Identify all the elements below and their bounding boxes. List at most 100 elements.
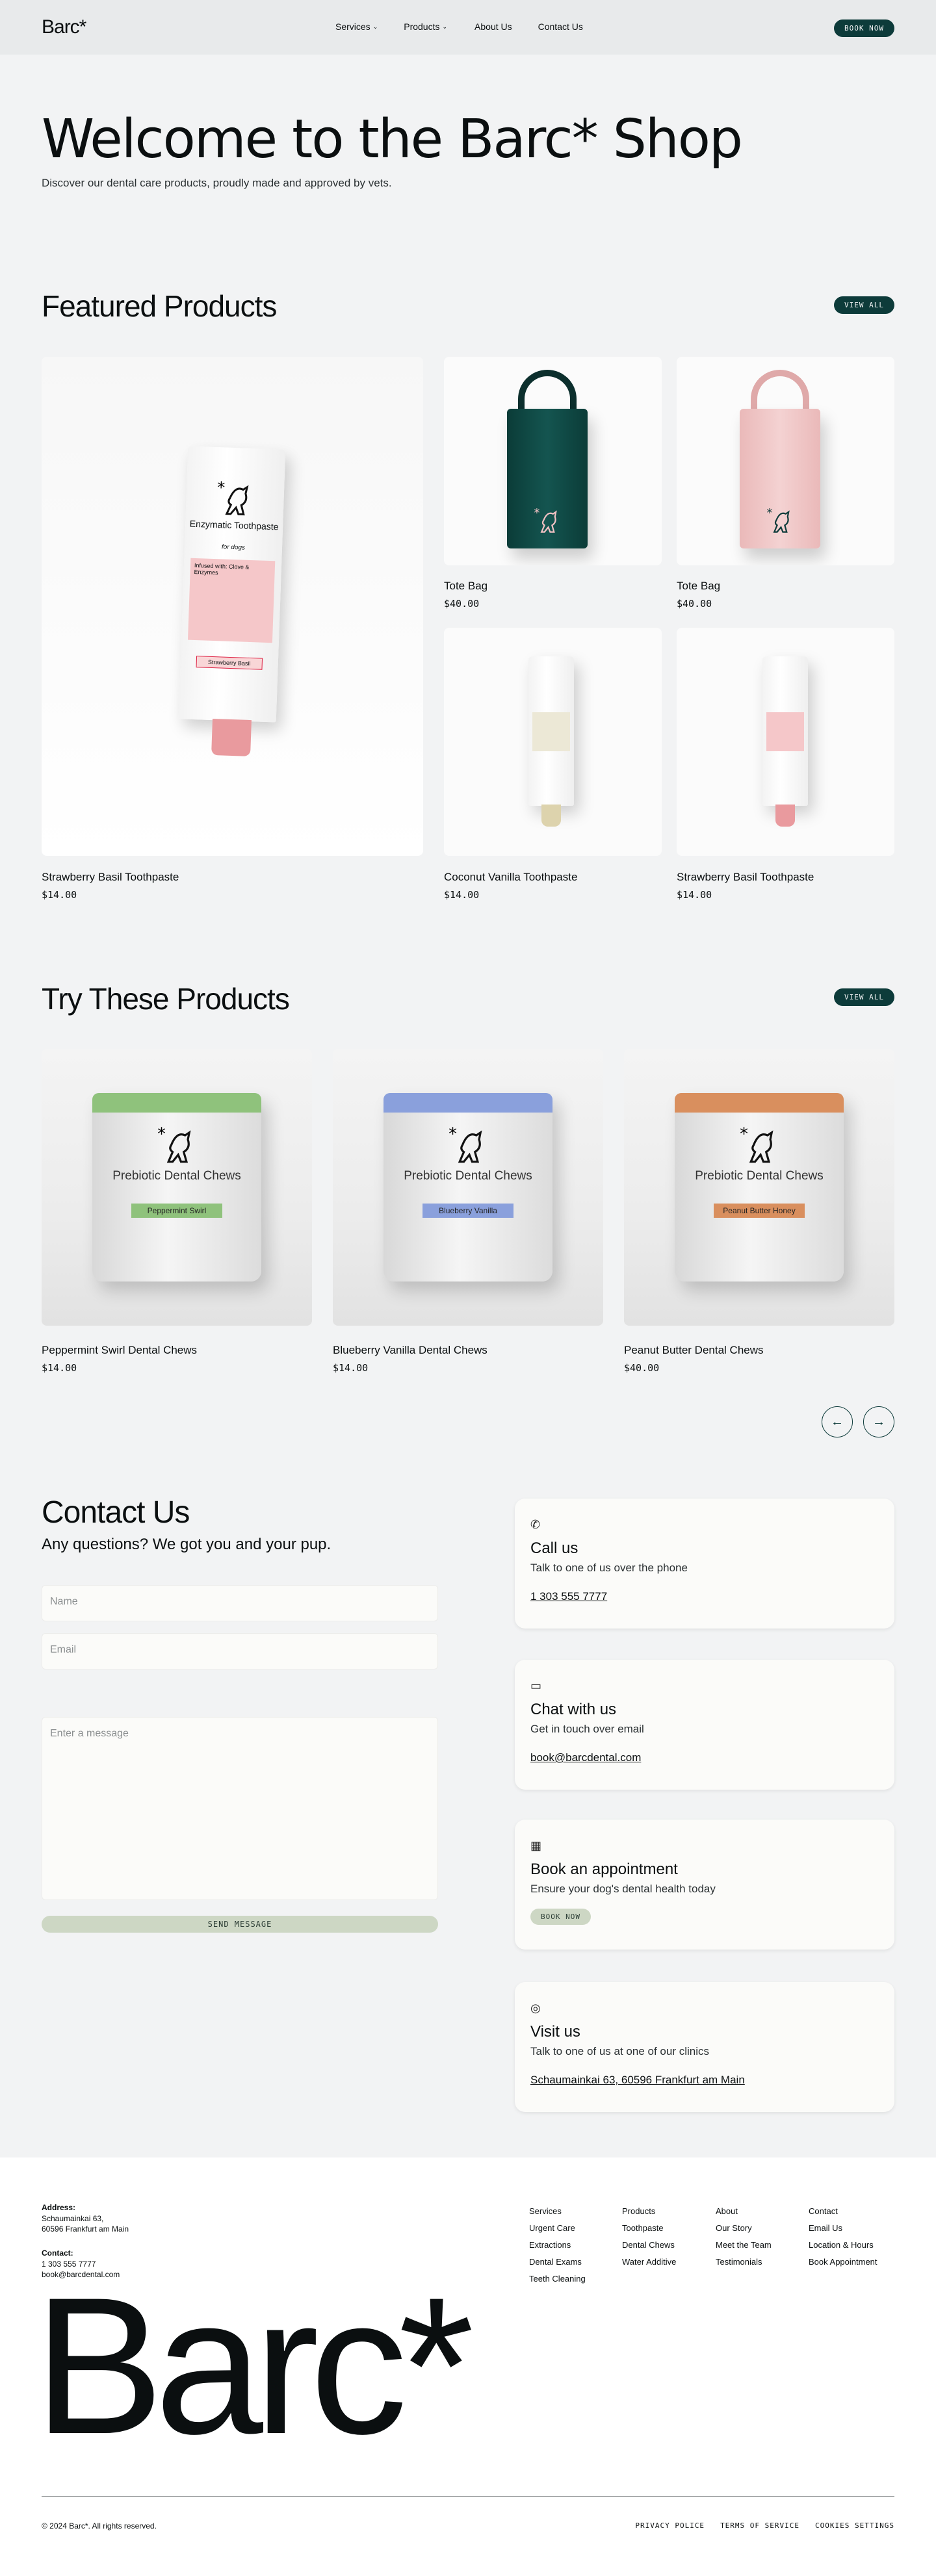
tube-cap [775, 805, 795, 827]
phone-icon: ✆ [530, 1518, 541, 1531]
footer-heading[interactable]: About [716, 2203, 772, 2220]
product-card-pouch[interactable]: * Prebiotic Dental Chews Blueberry Vanil… [333, 1049, 603, 1326]
featured-view-all-button[interactable]: VIEW ALL [834, 296, 894, 314]
contact-card-chat: ▭ Chat with us Get in touch over email b… [515, 1660, 894, 1790]
footer-link[interactable]: Testimonials [716, 2254, 772, 2271]
footer-link[interactable]: Dental Exams [529, 2254, 586, 2271]
nav-products-label: Products [404, 21, 440, 32]
footer-link[interactable]: Our Story [716, 2220, 772, 2237]
footer-heading[interactable]: Products [622, 2203, 676, 2220]
product-name[interactable]: Tote Bag [677, 580, 720, 593]
product-card-tote-green[interactable]: * [444, 357, 662, 565]
featured-title: Featured Products [42, 289, 277, 323]
tube-for: for dogs [221, 543, 246, 552]
phone-link[interactable]: 1 303 555 7777 [530, 1590, 607, 1603]
hero-subtitle: Discover our dental care products, proud… [42, 177, 392, 189]
try-title: Try These Products [42, 982, 290, 1016]
product-name[interactable]: Strawberry Basil Toothpaste [42, 871, 179, 884]
pouch-flavor: Blueberry Vanilla [422, 1204, 514, 1218]
pouch-flavor: Peppermint Swirl [131, 1204, 222, 1218]
contact-card-desc: Talk to one of us over the phone [530, 1562, 688, 1574]
footer-link[interactable]: Urgent Care [529, 2220, 586, 2237]
footer-link[interactable]: Extractions [529, 2237, 586, 2254]
footer-heading[interactable]: Services [529, 2203, 586, 2220]
email-link[interactable]: book@barcdental.com [530, 1751, 641, 1764]
product-card-tote-pink[interactable]: * [677, 357, 894, 565]
product-name[interactable]: Peanut Butter Dental Chews [624, 1344, 764, 1357]
product-card-large[interactable]: * Enzymatic Toothpaste for dogs Infused … [42, 357, 423, 856]
contact-card-desc: Talk to one of us at one of our clinics [530, 2045, 709, 2057]
svg-text:*: * [740, 1124, 748, 1144]
pouch-top-band [92, 1093, 261, 1113]
product-name[interactable]: Strawberry Basil Toothpaste [677, 871, 814, 884]
footer-link[interactable]: Water Additive [622, 2254, 676, 2271]
product-price: $40.00 [677, 598, 712, 610]
footer-link[interactable]: Teeth Cleaning [529, 2271, 586, 2287]
cookies-link[interactable]: COOKIES SETTINGS [815, 2521, 894, 2530]
product-price: $14.00 [42, 889, 77, 901]
svg-text:*: * [157, 1124, 166, 1144]
footer-col-products: Products Toothpaste Dental Chews Water A… [622, 2203, 676, 2271]
logo[interactable]: Barc* [42, 16, 86, 38]
compass-icon: ◎ [530, 2002, 541, 2015]
footer-link[interactable]: Dental Chews [622, 2237, 676, 2254]
book-now-button[interactable]: BOOK NOW [834, 19, 894, 37]
footer-heading[interactable]: Contact [809, 2203, 878, 2220]
carousel-next-button[interactable]: → [863, 1406, 894, 1437]
tube-cap [211, 718, 252, 757]
nav-contact[interactable]: Contact Us [538, 21, 583, 32]
contact-card-title: Visit us [530, 2023, 580, 2041]
chevron-down-icon: ⌄ [372, 23, 378, 30]
top-nav: Barc* Services ⌄ Products ⌄ About Us Conta… [0, 0, 936, 55]
tube-label-band [766, 712, 804, 751]
svg-text:*: * [217, 478, 226, 496]
dog-logo-icon: * [217, 478, 249, 516]
product-card-coconut[interactable] [444, 628, 662, 856]
tote-bag-green: * [507, 409, 588, 548]
dental-chews-pouch: * Prebiotic Dental Chews Peanut Butter H… [675, 1093, 844, 1282]
product-card-pouch[interactable]: * Prebiotic Dental Chews Peanut Butter H… [624, 1049, 894, 1326]
email-input[interactable]: Email [42, 1633, 438, 1669]
message-textarea[interactable]: Enter a message [42, 1717, 438, 1900]
book-now-small-button[interactable]: BOOK NOW [530, 1909, 591, 1925]
product-name[interactable]: Peppermint Swirl Dental Chews [42, 1344, 197, 1357]
privacy-policy-link[interactable]: PRIVACY POLICE [635, 2521, 705, 2530]
footer-col-contact: Contact Email Us Location & Hours Book A… [809, 2203, 878, 2271]
address-link[interactable]: Schaumainkai 63, 60596 Frankfurt am Main [530, 2074, 745, 2087]
footer-brand-wordmark: Barc* [34, 2256, 474, 2475]
footer-link[interactable]: Location & Hours [809, 2237, 878, 2254]
footer-link[interactable]: Book Appointment [809, 2254, 878, 2271]
terms-link[interactable]: TERMS OF SERVICE [720, 2521, 800, 2530]
contact-card-visit: ◎ Visit us Talk to one of us at one of o… [515, 1982, 894, 2112]
tote-bag-pink: * [740, 409, 820, 548]
footer-link[interactable]: Meet the Team [716, 2237, 772, 2254]
product-card-strawberry[interactable] [677, 628, 894, 856]
tube-label-band [532, 712, 570, 751]
chat-icon: ▭ [530, 1679, 542, 1692]
name-input[interactable]: Name [42, 1585, 438, 1621]
product-name[interactable]: Blueberry Vanilla Dental Chews [333, 1344, 488, 1357]
contact-card-desc: Get in touch over email [530, 1723, 644, 1735]
nav-links: Services ⌄ Products ⌄ About Us Contact Us [335, 21, 583, 32]
product-name[interactable]: Coconut Vanilla Toothpaste [444, 871, 577, 884]
nav-products[interactable]: Products ⌄ [404, 21, 447, 32]
footer-link[interactable]: Toothpaste [622, 2220, 676, 2237]
pouch-top-band [384, 1093, 552, 1113]
product-price: $40.00 [624, 1362, 660, 1374]
address-line2: 60596 Frankfurt am Main [42, 2224, 129, 2234]
nav-services[interactable]: Services ⌄ [335, 21, 378, 32]
send-message-button[interactable]: SEND MESSAGE [42, 1916, 438, 1933]
svg-text:*: * [534, 507, 540, 520]
nav-about[interactable]: About Us [474, 21, 512, 32]
footer: Address: Schaumainkai 63, 60596 Frankfur… [0, 2157, 936, 2576]
toothpaste-tube [762, 656, 808, 806]
try-view-all-button[interactable]: VIEW ALL [834, 988, 894, 1006]
product-card-pouch[interactable]: * Prebiotic Dental Chews Peppermint Swir… [42, 1049, 312, 1326]
toothpaste-tube [528, 656, 574, 806]
product-name[interactable]: Tote Bag [444, 580, 488, 593]
contact-card-book: ▦ Book an appointment Ensure your dog's … [515, 1820, 894, 1950]
carousel-prev-button[interactable]: ← [822, 1406, 853, 1437]
footer-col-about: About Our Story Meet the Team Testimonia… [716, 2203, 772, 2271]
footer-link[interactable]: Email Us [809, 2220, 878, 2237]
product-price: $14.00 [444, 889, 480, 901]
